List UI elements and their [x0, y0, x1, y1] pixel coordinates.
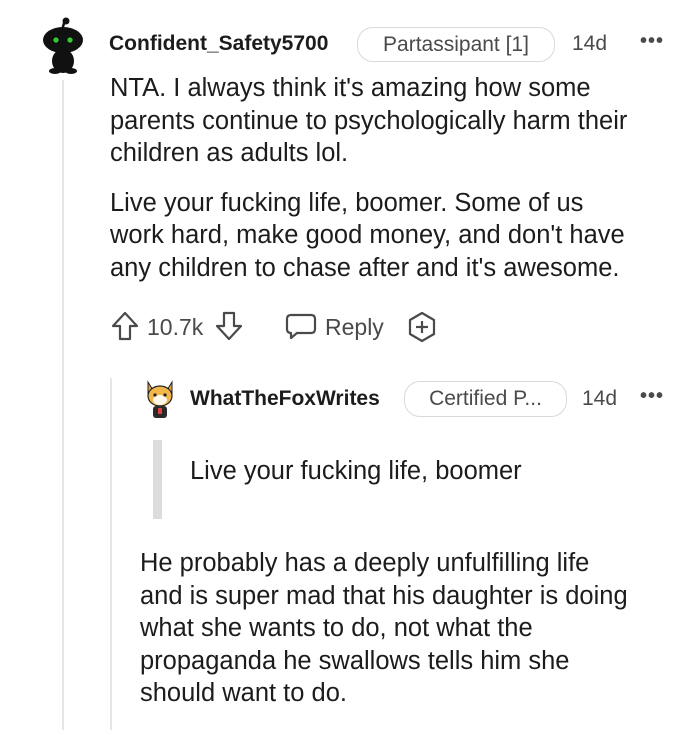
reply-age: 14d: [582, 387, 618, 410]
snoo-avatar-icon: [43, 17, 83, 74]
text-line: NTA. I always think it's amazing how som…: [110, 74, 591, 102]
thread-line: [62, 80, 64, 730]
comment-username[interactable]: Confident_Safety5700: [109, 32, 328, 56]
text-line: work hard, make good money, and don't ha…: [110, 221, 625, 249]
text-line: propaganda he swallows tells him she: [140, 646, 570, 675]
reply-body: He probably has a deeply unfulfilling li…: [140, 547, 695, 710]
text-line: should want to do.: [140, 679, 347, 707]
reply-quote: Live your fucking life, boomer: [190, 457, 522, 485]
comment-avatar[interactable]: [36, 16, 92, 74]
chat-bubble-icon: [285, 313, 317, 340]
downvote-arrow-icon: [215, 311, 243, 341]
comment-body: NTA. I always think it's amazing how som…: [110, 72, 690, 284]
reply-flair: Certified P...: [404, 381, 567, 417]
text-line: what she wants to do, not what the: [140, 614, 533, 642]
text-line: parents continue to psychologically harm…: [110, 106, 628, 135]
text-line: He probably has a deeply unfulfilling li…: [140, 549, 590, 577]
text-line: any children to chase after and it's awe…: [110, 253, 620, 282]
comment-paragraph-1: NTA. I always think it's amazing how som…: [110, 72, 690, 170]
comment-flair: Partassipant [1]: [357, 27, 555, 62]
text-line: Live your fucking life, boomer. Some of …: [110, 188, 584, 217]
reply-username[interactable]: WhatTheFoxWrites: [190, 387, 380, 411]
downvote-button[interactable]: [214, 310, 244, 342]
award-button[interactable]: [405, 310, 439, 344]
upvote-button[interactable]: [110, 310, 140, 342]
award-plus-icon: [408, 311, 436, 343]
comment-more-button[interactable]: •••: [640, 30, 664, 53]
reply-button[interactable]: Reply: [285, 310, 385, 342]
reply-label: Reply: [325, 314, 384, 340]
reply-thread-line: [110, 378, 112, 730]
comment-paragraph-2: Live your fucking life, boomer. Some of …: [110, 187, 690, 285]
reply-avatar[interactable]: [142, 378, 178, 420]
quote-bar: [153, 440, 162, 519]
fox-avatar-icon: [147, 380, 173, 418]
text-line: children as adults lol.: [110, 139, 349, 167]
text-line: and is super mad that his daughter is do…: [140, 581, 628, 610]
vote-count: 10.7k: [147, 314, 204, 340]
reply-more-button[interactable]: •••: [640, 385, 664, 408]
upvote-arrow-icon: [111, 311, 139, 341]
comment-age: 14d: [572, 32, 608, 55]
